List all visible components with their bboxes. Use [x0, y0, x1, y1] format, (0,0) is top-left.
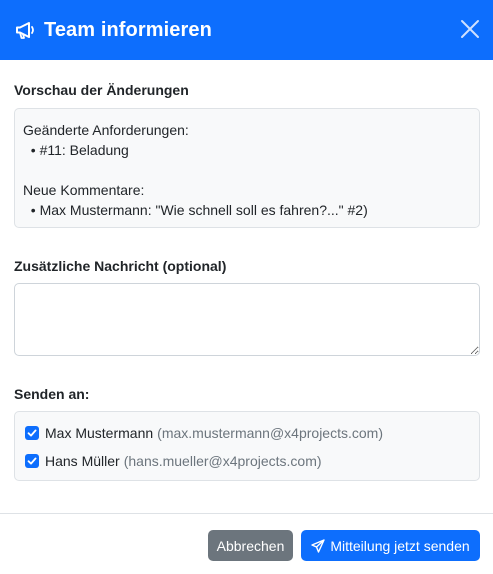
recipient-item[interactable]: Hans Müller (hans.mueller@x4projects.com… — [25, 449, 469, 473]
send-notification-button[interactable]: Mitteilung jetzt senden — [301, 530, 480, 561]
paper-plane-icon — [311, 538, 326, 553]
modal-title: Team informieren — [44, 18, 212, 41]
recipients-label: Senden an: — [14, 386, 90, 402]
recipient-email: (max.mustermann@x4projects.com) — [157, 425, 383, 441]
cancel-button[interactable]: Abbrechen — [208, 530, 293, 561]
recipient-email: (hans.mueller@x4projects.com) — [123, 453, 322, 469]
footer-divider — [0, 513, 493, 514]
changes-preview-box: Geänderte Anforderungen: • #11: Beladung… — [14, 108, 480, 228]
new-comment-item: • Max Mustermann: "Wie schnell soll es f… — [23, 202, 368, 218]
recipient-item[interactable]: Max Mustermann (max.mustermann@x4project… — [25, 421, 469, 445]
megaphone-icon — [14, 18, 38, 42]
notify-team-modal: Team informieren Vorschau der Änderungen… — [0, 0, 493, 574]
preview-label: Vorschau der Änderungen — [14, 82, 189, 98]
changed-requirement-item: • #11: Beladung — [23, 142, 129, 158]
modal-header: Team informieren — [0, 0, 493, 60]
new-comments-heading: Neue Kommentare: — [23, 182, 145, 198]
cancel-button-label: Abbrechen — [216, 537, 285, 554]
recipients-list: Max Mustermann (max.mustermann@x4project… — [14, 411, 480, 481]
recipient-name: Max Mustermann — [45, 425, 154, 441]
message-textarea[interactable] — [14, 283, 480, 356]
checkmark-icon — [27, 457, 37, 465]
send-button-label: Mitteilung jetzt senden — [330, 537, 470, 554]
recipient-checkbox[interactable] — [25, 454, 39, 468]
changed-requirements-heading: Geänderte Anforderungen: — [23, 122, 189, 138]
recipient-name: Hans Müller — [45, 453, 120, 469]
recipient-checkbox[interactable] — [25, 426, 39, 440]
message-label: Zusätzliche Nachricht (optional) — [14, 258, 227, 274]
checkmark-icon — [27, 429, 37, 437]
close-icon[interactable] — [459, 18, 481, 40]
